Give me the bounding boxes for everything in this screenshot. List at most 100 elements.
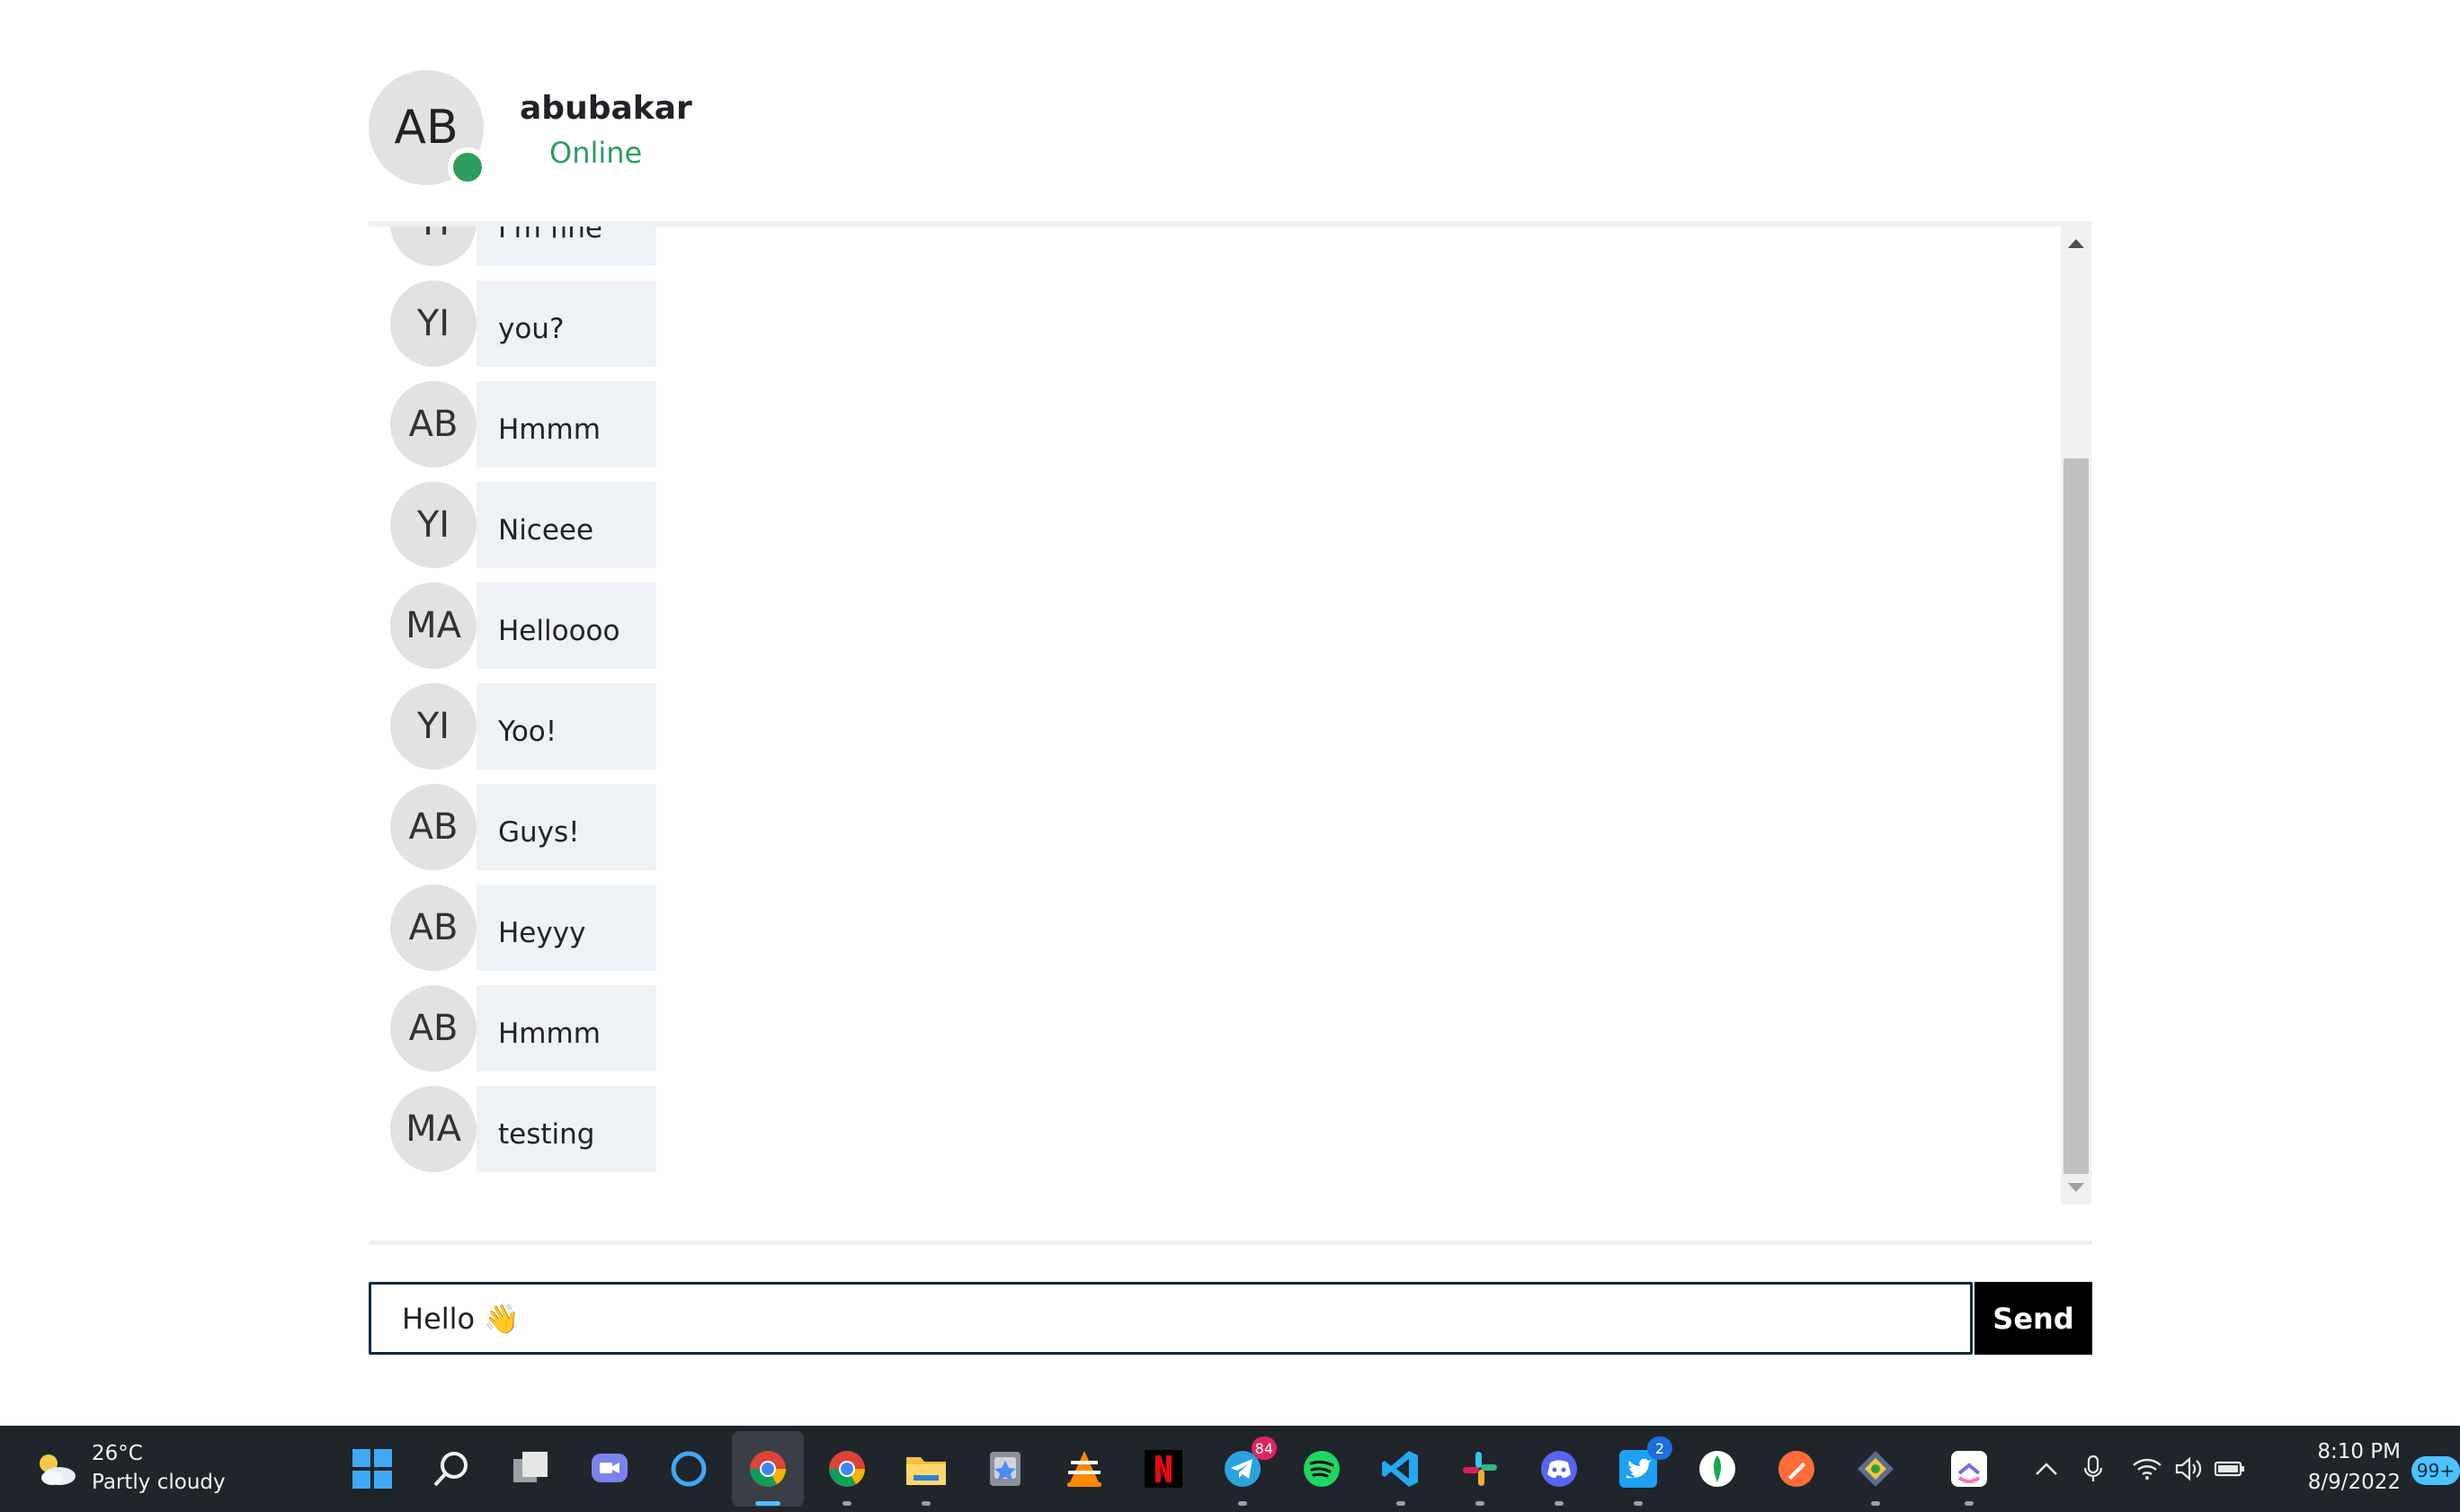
send-button[interactable]: Send: [1974, 1282, 2092, 1355]
message-avatar-initials: YI: [416, 504, 450, 546]
cortana-icon[interactable]: [662, 1442, 716, 1496]
message-row: AB Guys!: [390, 784, 660, 885]
message-text: Yoo!: [498, 716, 557, 748]
running-indicator: [1555, 1501, 1564, 1506]
online-indicator: [448, 147, 487, 187]
vscode-icon[interactable]: [1374, 1442, 1428, 1496]
message-avatar: YI: [390, 482, 477, 568]
message-avatar-initials: AB: [408, 404, 459, 445]
twitter-icon[interactable]: 2: [1611, 1436, 1672, 1496]
message-text: Hmmm: [498, 414, 601, 446]
clock-date[interactable]: 8/9/2022: [2284, 1471, 2401, 1494]
search-icon[interactable]: [424, 1442, 478, 1496]
netflix-icon[interactable]: [1136, 1442, 1190, 1496]
message-row: YI I'm fine: [390, 227, 660, 280]
message-avatar-initials: YI: [417, 227, 450, 244]
running-indicator: [1965, 1501, 1974, 1506]
message-avatar-initials: AB: [408, 1008, 459, 1049]
message-avatar-initials: AB: [408, 806, 459, 848]
message-text: Niceee: [498, 514, 594, 547]
weather-temperature: 26°C: [92, 1442, 143, 1465]
message-bubble: I'm fine: [477, 227, 656, 266]
spotify-icon[interactable]: [1295, 1442, 1349, 1496]
slack-icon[interactable]: [1453, 1442, 1507, 1496]
message-avatar: MA: [390, 583, 477, 669]
notification-count-badge[interactable]: 99+: [2411, 1456, 2460, 1485]
taskbar: 26°C Partly cloudy 84 2 8:10 PM 8/9/2022 …: [0, 1426, 2460, 1512]
task-view-icon[interactable]: [504, 1442, 557, 1496]
message-avatar-initials: AB: [408, 907, 459, 948]
message-row: AB Hmmm: [390, 381, 660, 482]
message-text: testing: [498, 1118, 595, 1151]
message-row: YI Niceee: [390, 482, 660, 583]
wifi-icon[interactable]: [2131, 1453, 2163, 1485]
chat-app: AB abubakar Online YI I'm fine YI you? AB Hmm…: [0, 0, 2460, 1426]
message-text: Heyyy: [498, 917, 586, 949]
message-scrollbar[interactable]: [2061, 227, 2091, 1205]
message-avatar: AB: [390, 985, 477, 1072]
message-row: YI you?: [390, 280, 660, 381]
scroll-down-arrow-icon[interactable]: [2068, 1183, 2084, 1192]
message-bubble: Guys!: [477, 784, 656, 870]
scroll-up-arrow-icon[interactable]: [2068, 239, 2084, 248]
running-indicator: [1396, 1501, 1405, 1506]
gitkraken-icon[interactable]: [1849, 1442, 1903, 1496]
contact-status: Online: [549, 136, 643, 170]
clock-time[interactable]: 8:10 PM: [2295, 1440, 2401, 1463]
running-indicator: [1871, 1501, 1880, 1506]
message-avatar: YI: [390, 227, 477, 266]
message-row: AB Heyyy: [390, 885, 660, 985]
chevron-up-icon[interactable]: [2030, 1453, 2063, 1485]
scroll-thumb[interactable]: [2063, 458, 2089, 1174]
mongodb-compass-icon[interactable]: [1690, 1442, 1744, 1496]
message-list[interactable]: YI I'm fine YI you? AB Hmmm YI Niceee MA Helloooo…: [369, 227, 2092, 1205]
volume-icon[interactable]: [2172, 1453, 2205, 1485]
discord-icon[interactable]: [1532, 1442, 1586, 1496]
message-bubble: Yoo!: [477, 683, 656, 769]
message-avatar-initials: YI: [416, 303, 450, 344]
vlc-icon[interactable]: [1057, 1442, 1111, 1496]
microphone-icon[interactable]: [2077, 1453, 2109, 1485]
running-indicator: [755, 1501, 780, 1506]
message-text: Helloooo: [498, 615, 620, 647]
message-avatar-initials: MA: [406, 1108, 461, 1150]
message-bubble: Helloooo: [477, 583, 656, 669]
message-avatar: MA: [390, 1086, 477, 1172]
partly-cloudy-icon: [40, 1454, 76, 1485]
message-bubble: you?: [477, 280, 656, 367]
message-composer: Send: [369, 1282, 2092, 1355]
chrome-icon[interactable]: [741, 1442, 795, 1496]
app-badge: 84: [1251, 1436, 1277, 1460]
battery-icon[interactable]: [2214, 1453, 2246, 1485]
running-indicator: [842, 1501, 851, 1506]
running-indicator: [1634, 1501, 1643, 1506]
message-avatar: AB: [390, 381, 477, 467]
message-bubble: Hmmm: [477, 381, 656, 467]
message-avatar: AB: [390, 885, 477, 971]
weather-description: Partly cloudy: [92, 1471, 226, 1494]
chrome-profile-icon[interactable]: [820, 1442, 874, 1496]
teams-chat-icon[interactable]: [583, 1442, 637, 1496]
contact-name: abubakar: [520, 90, 692, 127]
postman-icon[interactable]: [1769, 1442, 1823, 1496]
running-indicator: [1238, 1501, 1247, 1506]
windows-start-icon[interactable]: [345, 1442, 399, 1496]
app-installer-icon[interactable]: [978, 1442, 1032, 1496]
telegram-icon[interactable]: 84: [1216, 1436, 1277, 1496]
chat-header: AB abubakar Online: [369, 70, 2092, 223]
message-text: I'm fine: [498, 227, 602, 245]
message-input[interactable]: [369, 1282, 1973, 1355]
contact-avatar-initials: AB: [394, 101, 459, 155]
message-text: Guys!: [498, 816, 580, 849]
message-row: YI Yoo!: [390, 683, 660, 784]
system-tray: 8:10 PM 8/9/2022 99+: [2014, 1426, 2460, 1512]
message-avatar-initials: MA: [406, 605, 461, 646]
running-indicator: [1475, 1501, 1484, 1506]
clickup-icon[interactable]: [1942, 1442, 1996, 1496]
composer-divider: [369, 1241, 2092, 1245]
message-bubble: Heyyy: [477, 885, 656, 971]
message-text: you?: [498, 313, 565, 345]
app-badge: 2: [1647, 1436, 1672, 1460]
file-explorer-icon[interactable]: [899, 1442, 953, 1496]
message-row: MA testing: [390, 1086, 660, 1187]
